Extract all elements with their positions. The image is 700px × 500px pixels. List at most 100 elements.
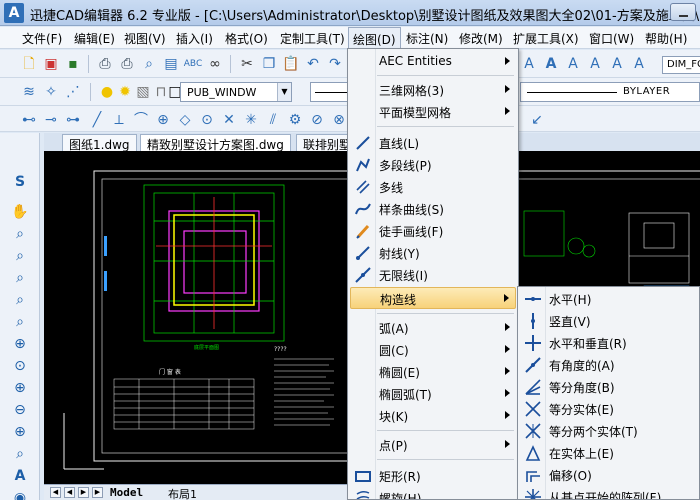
menu-item-planar-mesh[interactable]: 平面模型网格 xyxy=(350,101,516,123)
submenu-item-bisect-entity[interactable]: 等分实体(E) xyxy=(520,398,697,420)
menu-item-construction-line[interactable]: 构造线 xyxy=(350,287,516,309)
snap-endpoint-icon[interactable]: ⊷ xyxy=(20,111,38,129)
snap-tangent-icon[interactable]: ⌒ xyxy=(132,111,150,129)
light-bulb-icon[interactable]: ● xyxy=(98,83,116,101)
text-find-icon[interactable]: A xyxy=(608,55,626,73)
new-icon[interactable]: 🗋 xyxy=(20,55,38,73)
menu-item-ellipse[interactable]: 椭圆(E) xyxy=(350,361,516,383)
menu-insert[interactable]: 插入(I) xyxy=(176,30,213,47)
menu-item-ray[interactable]: 射线(Y) xyxy=(350,242,516,264)
layer-previous-icon[interactable]: ⋰ xyxy=(64,83,82,101)
zoom-dynamic-icon[interactable]: ⌕ xyxy=(11,291,29,309)
prev-tab-icon[interactable]: ◀ xyxy=(64,487,75,498)
zoom-previous-icon[interactable]: ⌕ xyxy=(11,247,29,265)
zoom-extents-icon[interactable]: ⌕ xyxy=(11,445,29,463)
spellcheck-icon[interactable]: ABC xyxy=(184,55,202,73)
text-fit-icon[interactable]: A xyxy=(630,55,648,73)
dimension-icon[interactable]: ↙ xyxy=(528,111,546,129)
menu-item-line[interactable]: 直线(L) xyxy=(350,132,516,154)
preview-icon[interactable]: ⌕ xyxy=(140,55,158,73)
text-style-icon[interactable]: A xyxy=(520,55,538,73)
snap-nearest-icon[interactable]: ⊕ xyxy=(154,111,172,129)
chevron-down-icon[interactable]: ▼ xyxy=(277,83,291,101)
submenu-item-horizontal[interactable]: 水平(H) xyxy=(520,288,697,310)
zoom-out-icon[interactable]: ⊖ xyxy=(11,401,29,419)
menu-edit[interactable]: 编辑(E) xyxy=(74,30,115,47)
submenu-item-offset[interactable]: 偏移(O) xyxy=(520,464,697,486)
snap-center-icon[interactable]: ⊙ xyxy=(198,111,216,129)
redo-icon[interactable]: ↷ xyxy=(326,55,344,73)
menu-tools[interactable]: 定制工具(T) xyxy=(280,30,345,47)
menu-format[interactable]: 格式(O) xyxy=(225,30,268,47)
open-icon[interactable]: ▣ xyxy=(42,55,60,73)
print-icon[interactable]: ⎙ xyxy=(96,55,114,73)
regen-icon[interactable]: S xyxy=(11,173,29,191)
undo-icon[interactable]: ↶ xyxy=(304,55,322,73)
menu-item-block[interactable]: 块(K) xyxy=(350,405,516,427)
submenu-item-horizontal-vertical[interactable]: 水平和垂直(R) xyxy=(520,332,697,354)
snap-midpoint-icon[interactable]: ⊸ xyxy=(42,111,60,129)
menu-extensions[interactable]: 扩展工具(X) xyxy=(513,30,579,47)
submenu-item-angled[interactable]: 有角度的(A) xyxy=(520,354,697,376)
linetype-combo[interactable] xyxy=(310,82,350,102)
sun-icon[interactable]: ✹ xyxy=(116,83,134,101)
menu-item-aec-entities[interactable]: AEC Entities xyxy=(350,51,516,73)
submenu-item-vertical[interactable]: 竖直(V) xyxy=(520,310,697,332)
snap-settings-icon[interactable]: ⚙ xyxy=(286,111,304,129)
layer-state-icon[interactable]: ✧ xyxy=(42,83,60,101)
print-icon[interactable]: ⎙ xyxy=(118,55,136,73)
menu-file[interactable]: 文件(F) xyxy=(22,30,62,47)
copy-icon[interactable]: ❐ xyxy=(260,55,278,73)
layer-manager-icon[interactable]: ≋ xyxy=(20,83,38,101)
menu-help[interactable]: 帮助(H) xyxy=(645,30,687,47)
menu-item-circle[interactable]: 圆(C) xyxy=(350,339,516,361)
menu-item-xline[interactable]: 无限线(I) xyxy=(350,264,516,286)
save-icon[interactable]: ▪ xyxy=(64,55,82,73)
snap-node-icon[interactable]: ✕ xyxy=(220,111,238,129)
menu-modify[interactable]: 修改(M) xyxy=(459,30,503,47)
snap-perpendicular-icon[interactable]: ⟂ xyxy=(110,111,128,129)
snap-insert-icon[interactable]: ✳ xyxy=(242,111,260,129)
menu-item-freehand[interactable]: 徒手画线(F) xyxy=(350,220,516,242)
menu-item-helix[interactable]: 螺旋(H) xyxy=(350,487,516,499)
next-tab-icon[interactable]: ▶ xyxy=(78,487,89,498)
snap-parallel-icon[interactable]: ⫽ xyxy=(264,111,282,129)
freeze-icon[interactable]: ▧ xyxy=(134,83,152,101)
menu-dimension[interactable]: 标注(N) xyxy=(406,30,448,47)
menu-item-polyline[interactable]: 多段线(P) xyxy=(350,154,516,176)
menu-view[interactable]: 视图(V) xyxy=(124,30,166,47)
cut-icon[interactable]: ✂ xyxy=(238,55,256,73)
minimize-button[interactable] xyxy=(670,3,696,21)
menu-item-arc[interactable]: 弧(A) xyxy=(350,317,516,339)
text-edit-icon[interactable]: A xyxy=(586,55,604,73)
pan-hand-icon[interactable]: ✋ xyxy=(11,203,29,221)
snap-none-icon[interactable]: ⊘ xyxy=(308,111,326,129)
submenu-item-bisect-two-entities[interactable]: 等分两个实体(T) xyxy=(520,420,697,442)
zoom-window-icon[interactable]: ⌕ xyxy=(11,269,29,287)
zoom-object-icon[interactable]: ⊙ xyxy=(11,357,29,375)
submenu-item-bisect-angle[interactable]: 等分角度(B) xyxy=(520,376,697,398)
zoom-scale-icon[interactable]: ⌕ xyxy=(11,313,29,331)
snap-intersection-icon[interactable]: ⊶ xyxy=(64,111,82,129)
snap-quadrant-icon[interactable]: ◇ xyxy=(176,111,194,129)
snap-extension-icon[interactable]: ╱ xyxy=(88,111,106,129)
binoculars-icon[interactable]: ∞ xyxy=(206,55,224,73)
last-tab-icon[interactable]: ▶ xyxy=(92,487,103,498)
menu-item-spline[interactable]: 样条曲线(S) xyxy=(350,198,516,220)
zoom-in-icon[interactable]: ⊕ xyxy=(11,379,29,397)
app-view-icon[interactable]: A xyxy=(11,467,29,485)
tab-model[interactable]: Model xyxy=(110,486,143,499)
menu-item-point[interactable]: 点(P) xyxy=(350,434,516,456)
text-icon[interactable]: A xyxy=(564,55,582,73)
layer-combo[interactable]: PUB_WINDW ▼ xyxy=(180,82,292,102)
text-icon[interactable]: A xyxy=(542,55,560,73)
zoom-realtime-icon[interactable]: ⌕ xyxy=(11,225,29,243)
page-icon[interactable]: ▤ xyxy=(162,55,180,73)
menu-draw[interactable]: 绘图(D) xyxy=(348,27,401,49)
submenu-item-on-entity[interactable]: 在实体上(E) xyxy=(520,442,697,464)
first-tab-icon[interactable]: ◀ xyxy=(50,487,61,498)
eye-icon[interactable]: ◉ xyxy=(11,489,29,500)
zoom-all-icon[interactable]: ⊕ xyxy=(11,423,29,441)
dim-style-combo[interactable]: DIM_FC xyxy=(662,56,700,74)
menu-item-multiline[interactable]: 多线 xyxy=(350,176,516,198)
